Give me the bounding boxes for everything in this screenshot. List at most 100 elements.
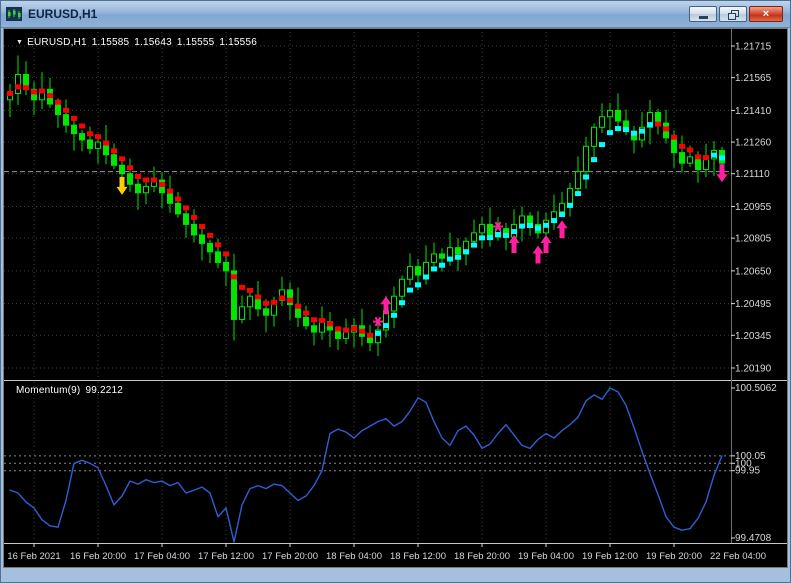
trend-dot [103, 141, 109, 146]
candle-body [672, 138, 677, 153]
candle-body [584, 146, 589, 171]
trend-dot [95, 134, 101, 139]
trend-dot [655, 122, 661, 127]
signal-down-arrow [717, 164, 728, 182]
momentum-axis[interactable]: 100.506299.4708100.0510099.95 [731, 383, 777, 544]
candle-body [304, 317, 309, 325]
trend-dot [671, 135, 677, 140]
trend-dot [375, 331, 381, 336]
trend-dot [519, 224, 525, 229]
trend-dot [439, 263, 445, 268]
candle-body [88, 140, 93, 148]
momentum-axis-label: 99.4708 [735, 533, 772, 544]
trend-dot [647, 122, 653, 127]
candle-body [440, 254, 445, 258]
trend-dot [135, 174, 141, 179]
candle-body [400, 279, 405, 296]
candle-body [216, 252, 221, 263]
trend-dot [559, 212, 565, 217]
minimize-button[interactable] [689, 6, 717, 22]
chart-canvas[interactable]: 1.217151.215651.214101.212601.211101.209… [4, 29, 787, 567]
trend-dot [343, 328, 349, 333]
trend-dot [487, 235, 493, 240]
candle-body [64, 115, 69, 126]
app-window: EURUSD,H1 × 1.21715 1.21565 1.21410 1.21260… [0, 0, 791, 583]
time-axis[interactable]: 16 Feb 202116 Feb 20:0017 Feb 04:0017 Fe… [7, 543, 766, 562]
candle-body [112, 155, 117, 166]
candle-body [576, 172, 581, 189]
trend-dot [399, 300, 405, 305]
momentum-line [10, 388, 722, 542]
time-axis-label: 17 Feb 04:00 [134, 551, 190, 562]
trend-dot [151, 178, 157, 183]
trend-dot [567, 203, 573, 208]
candle-body [704, 159, 709, 170]
signal-up-arrow [557, 220, 568, 238]
candle-body [344, 332, 349, 338]
trend-dot [327, 321, 333, 326]
price-axis-label: 1.21715 [735, 42, 772, 53]
trend-dot [183, 205, 189, 210]
trend-dot [663, 126, 669, 131]
candle-body [224, 262, 229, 270]
candle-body [432, 254, 437, 262]
trend-ribbon-layer [7, 84, 725, 337]
trend-dot [143, 177, 149, 182]
candle-body [616, 110, 621, 121]
trend-dot [175, 197, 181, 202]
price-axis-label: 1.21410 [735, 106, 772, 117]
candle-body [120, 165, 125, 173]
candle-body [144, 186, 149, 192]
candle-body [128, 174, 133, 185]
trend-dot [639, 129, 645, 134]
trend-dot [263, 301, 269, 306]
candle-body [320, 322, 325, 333]
trend-dot [311, 317, 317, 322]
price-axis-label: 1.21565 [735, 73, 772, 84]
title-bar[interactable]: EURUSD,H1 × [1, 1, 790, 28]
candle-body [200, 235, 205, 243]
trend-dot [607, 130, 613, 135]
trend-dot [719, 155, 725, 160]
trend-dot [79, 123, 85, 128]
candle-body [600, 117, 605, 128]
restore-icon [728, 10, 738, 19]
trend-dot [511, 229, 517, 234]
grid-layer [4, 32, 731, 542]
trend-dot [679, 144, 685, 149]
time-axis-label: 19 Feb 12:00 [582, 551, 638, 562]
trend-dot [591, 157, 597, 162]
candle-body [192, 224, 197, 235]
trend-dot [63, 108, 69, 113]
candles-layer [8, 56, 725, 356]
trend-dot [455, 255, 461, 260]
candle-body [688, 157, 693, 163]
window-controls: × [689, 6, 783, 22]
price-axis-label: 1.21260 [735, 138, 772, 149]
trend-dot [47, 93, 53, 98]
time-axis-label: 17 Feb 12:00 [198, 551, 254, 562]
trend-dot [295, 304, 301, 309]
trend-dot [527, 223, 533, 228]
trend-dot [7, 91, 13, 96]
trend-dot [535, 226, 541, 231]
momentum-axis-label: 99.95 [735, 466, 760, 477]
close-icon: × [763, 9, 769, 20]
trend-dot [463, 249, 469, 254]
candle-body [240, 307, 245, 320]
price-axis[interactable]: 1.217151.215651.214101.212601.211101.209… [731, 42, 772, 375]
trend-dot [631, 131, 637, 136]
trend-dot [287, 298, 293, 303]
trend-dot [423, 274, 429, 279]
candle-body [392, 296, 397, 311]
trend-dot [503, 233, 509, 238]
trend-dot [191, 215, 197, 220]
signal-down-arrow [117, 177, 128, 195]
price-axis-label: 1.20650 [735, 266, 772, 277]
trend-dot [575, 191, 581, 196]
restore-button[interactable] [719, 6, 747, 22]
chart-window-icon [6, 7, 22, 21]
close-button[interactable]: × [749, 6, 783, 22]
trend-dot [623, 127, 629, 132]
trend-dot [39, 89, 45, 94]
